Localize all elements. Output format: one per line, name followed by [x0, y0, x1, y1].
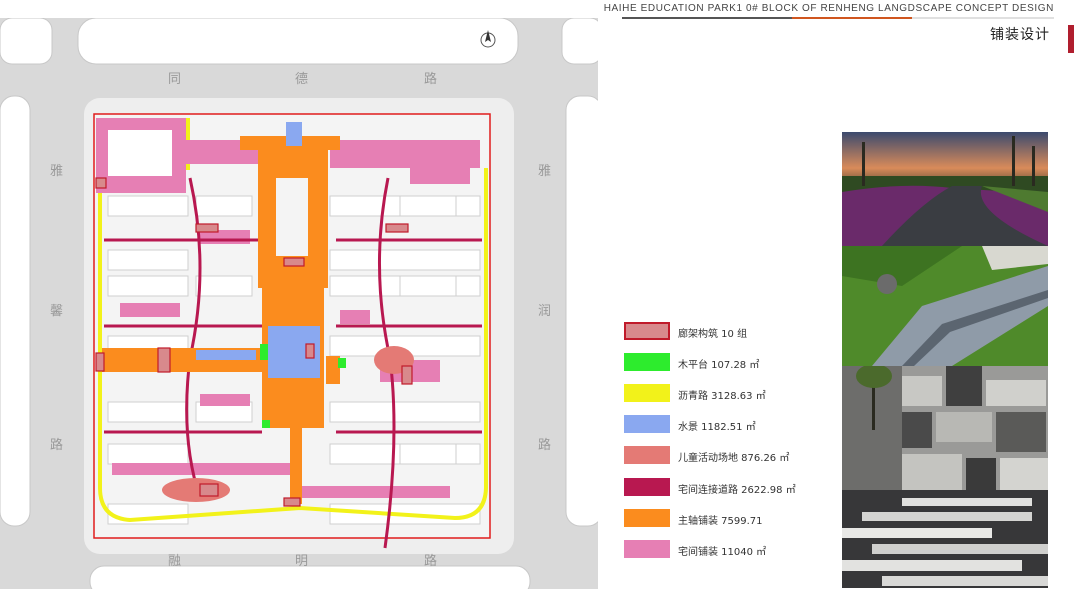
south-block — [89, 565, 531, 593]
legend-swatch-water — [624, 415, 670, 433]
building-footprint — [195, 195, 253, 217]
asphalt-road-photo-svg — [842, 132, 1048, 246]
road-label-left-3: 路 — [50, 438, 64, 453]
legend-swatch-house-paving — [624, 540, 670, 558]
legend-swatch-asphalt — [624, 384, 670, 402]
strip-paving-photo — [842, 490, 1048, 588]
road-label-top-2: 德 — [295, 72, 309, 87]
building-footprint — [329, 249, 481, 271]
road-label-top-1: 同 — [168, 72, 182, 87]
section-title: 铺装设计 — [990, 27, 1050, 43]
legend-label-pergola: 廊架构筑 10 组 — [678, 329, 748, 340]
stone-paving-photo — [842, 366, 1048, 490]
strip-paving-photo-svg — [842, 490, 1048, 588]
legend-item-wood-deck: 木平台 107.28 ㎡ — [624, 353, 834, 373]
building-footprint — [107, 401, 189, 423]
legend-swatch-pergola — [624, 322, 670, 340]
legend-item-asphalt: 沥青路 3128.63 ㎡ — [624, 384, 834, 404]
site-plan-map: 同 德 路 雅 馨 路 雅 润 路 融 明 路 — [0, 17, 603, 593]
building-footprint — [107, 249, 189, 271]
road-label-bottom-1: 融 — [168, 554, 182, 569]
header-rule — [622, 17, 1054, 19]
building-footprint — [195, 275, 253, 297]
legend-swatch-connector — [624, 478, 670, 496]
header-rule-dark — [622, 17, 792, 19]
building-footprint — [107, 443, 189, 465]
playground-white — [108, 130, 172, 176]
header-title: HAIHE EDUCATION PARK1 0# BLOCK OF RENHEN… — [603, 3, 1054, 14]
road-label-left-1: 雅 — [50, 164, 64, 179]
legend-label-asphalt: 沥青路 3128.63 ㎡ — [678, 391, 766, 402]
road-label-left-2: 馨 — [50, 304, 64, 319]
legend-label-children: 儿童活动场地 876.26 ㎡ — [678, 453, 790, 464]
legend-swatch-wood-deck — [624, 353, 670, 371]
building-footprint — [399, 195, 457, 217]
legend-label-house-paving: 宅间铺装 11040 ㎡ — [678, 547, 767, 558]
legend-item-house-paving: 宅间铺装 11040 ㎡ — [624, 540, 834, 560]
legend-swatch-main-axis — [624, 509, 670, 527]
building-footprint — [107, 275, 189, 297]
north-block — [77, 17, 519, 65]
legend-item-children: 儿童活动场地 876.26 ㎡ — [624, 446, 834, 466]
site-plan-svg — [0, 17, 603, 593]
building-footprint — [399, 275, 457, 297]
building-footprint — [399, 443, 457, 465]
legend-label-water: 水景 1182.51 ㎡ — [678, 422, 756, 433]
stepped-paving-photo-svg — [842, 246, 1048, 366]
stone-paving-photo-svg — [842, 366, 1048, 490]
building-footprint — [107, 195, 189, 217]
header-bar: HAIHE EDUCATION PARK1 0# BLOCK OF RENHEN… — [604, 0, 1078, 18]
road-label-bottom-3: 路 — [424, 554, 438, 569]
main-axis-plaza-inner — [276, 178, 308, 256]
road-label-right-3: 路 — [538, 438, 552, 453]
legend-label-main-axis: 主轴铺装 7599.71 — [678, 516, 763, 527]
east-block — [565, 95, 603, 527]
legend-item-connector: 宅间连接道路 2622.98 ㎡ — [624, 478, 834, 498]
road-label-bottom-2: 明 — [295, 554, 309, 569]
legend-item-water: 水景 1182.51 ㎡ — [624, 415, 834, 435]
building-footprint — [329, 401, 481, 423]
header-tick-mark — [1068, 25, 1074, 53]
road-label-top-3: 路 — [424, 72, 438, 87]
road-label-right-2: 润 — [538, 304, 552, 319]
road-label-right-1: 雅 — [538, 164, 552, 179]
header-rule-accent — [792, 17, 912, 19]
legend-label-wood-deck: 木平台 107.28 ㎡ — [678, 360, 760, 371]
northwest-block — [0, 17, 53, 65]
legend-item-main-axis: 主轴铺装 7599.71 — [624, 509, 834, 529]
legend-swatch-children — [624, 446, 670, 464]
west-block — [0, 95, 31, 527]
northeast-block — [561, 17, 603, 65]
asphalt-road-photo — [842, 132, 1048, 246]
reference-photos — [842, 132, 1048, 588]
building-footprint — [107, 503, 189, 525]
stepped-paving-photo — [842, 246, 1048, 366]
legend-item-pergola: 廊架构筑 10 组 — [624, 322, 834, 342]
legend-label-connector: 宅间连接道路 2622.98 ㎡ — [678, 485, 796, 496]
